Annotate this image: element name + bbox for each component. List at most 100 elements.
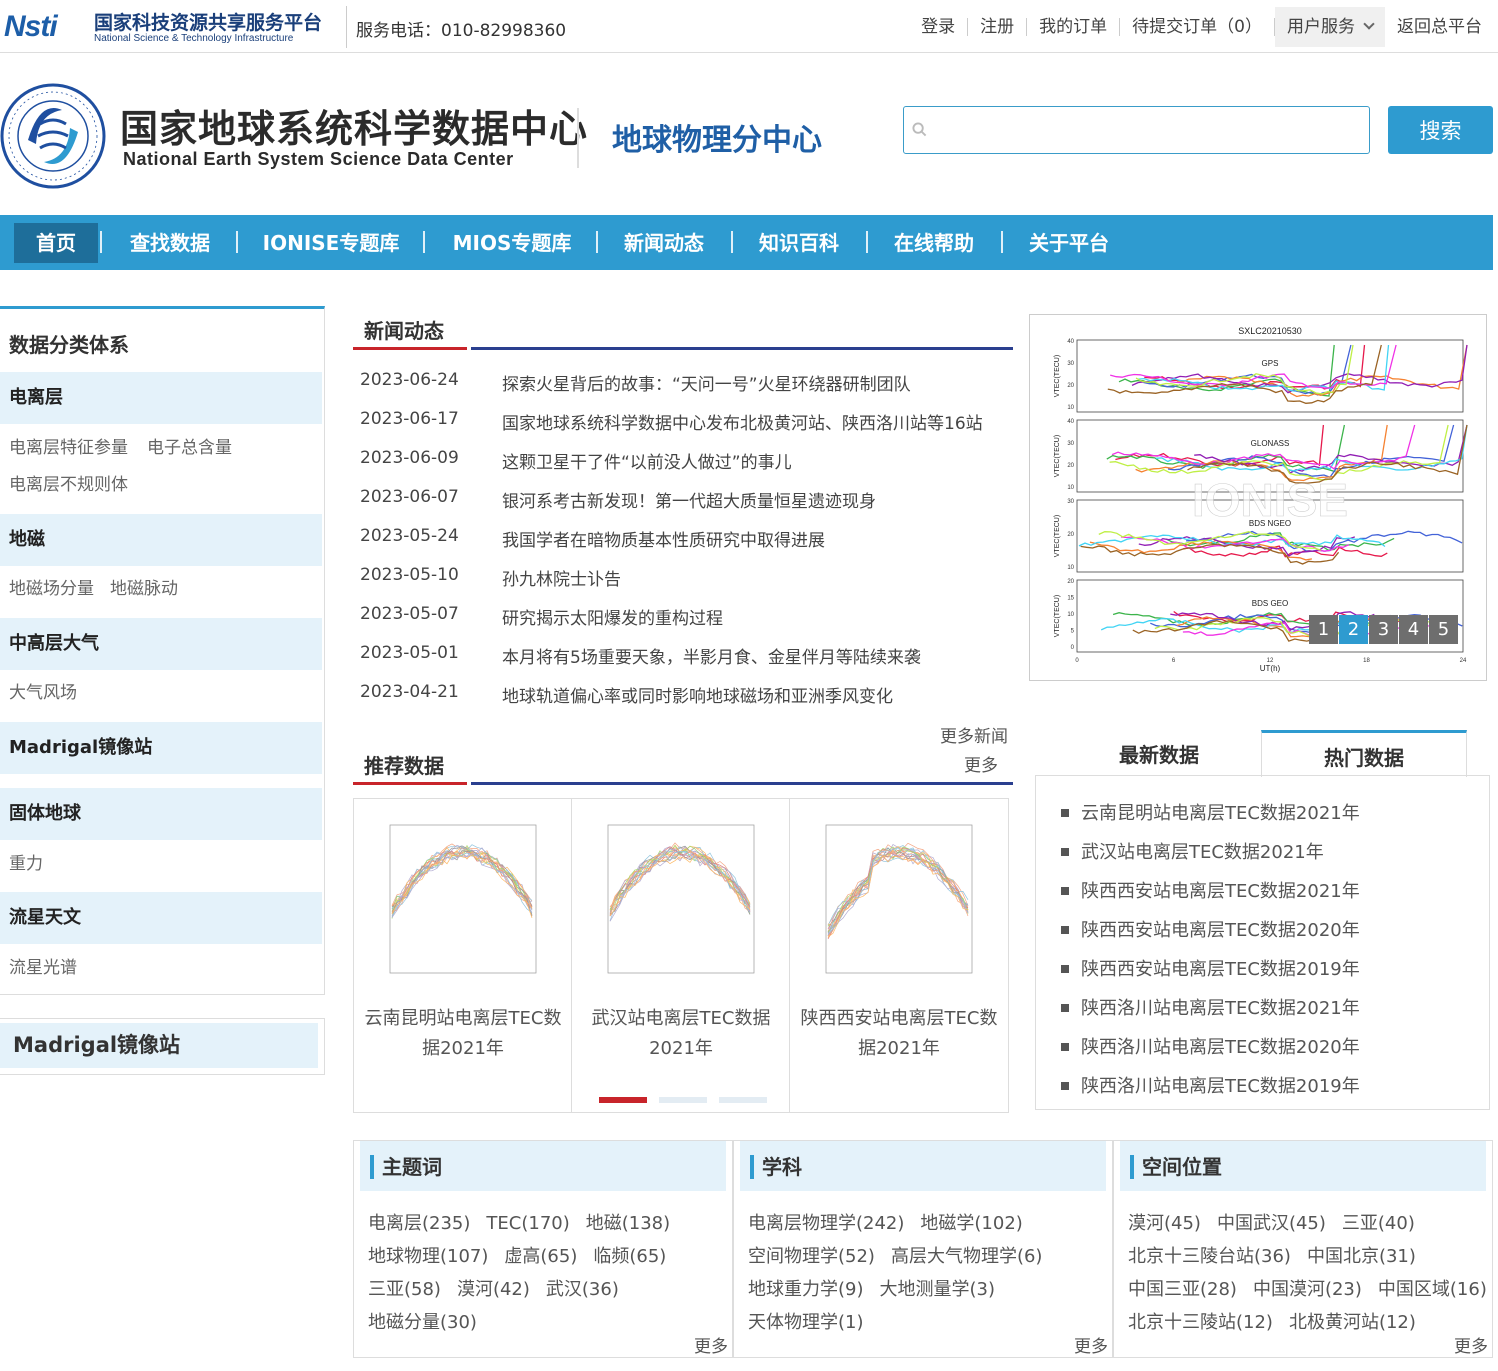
nav-help[interactable]: 在线帮助 xyxy=(878,223,990,263)
tag-more-link[interactable]: 更多 xyxy=(1454,1332,1488,1357)
category-item[interactable]: 重力 xyxy=(9,849,43,874)
tag-link[interactable]: 大地测量学(3) xyxy=(880,1279,996,1300)
search-input[interactable] xyxy=(934,107,1364,153)
tag-link[interactable]: 天体物理学(1) xyxy=(748,1312,864,1333)
hot-data-item[interactable]: 武汉站电离层TEC数据2021年 xyxy=(1061,838,1324,864)
tag-link[interactable]: 空间物理学(52) xyxy=(748,1246,875,1267)
tag-link[interactable]: 临频(65) xyxy=(593,1246,666,1267)
tag-link[interactable]: 高层大气物理学(6) xyxy=(891,1246,1043,1267)
tag-link[interactable]: 武汉(36) xyxy=(546,1279,619,1300)
category-item[interactable]: 电离层不规则体 xyxy=(9,470,128,495)
tag-link[interactable]: 三亚(58) xyxy=(368,1279,441,1300)
slider-page-1[interactable]: 1 xyxy=(1309,615,1338,644)
tag-link[interactable]: 北极黄河站(12) xyxy=(1289,1312,1416,1333)
tag-link[interactable]: 地磁分量(30) xyxy=(368,1312,477,1333)
category-meteor-astronomy[interactable]: 流星天文 xyxy=(0,892,322,944)
nav-find-data[interactable]: 查找数据 xyxy=(112,223,228,263)
pending-orders-link[interactable]: 待提交订单（0） xyxy=(1120,17,1275,36)
tag-link[interactable]: 中国漠河(23) xyxy=(1253,1279,1362,1300)
search-icon xyxy=(912,122,927,137)
tag-link[interactable]: 地球重力学(9) xyxy=(748,1279,864,1300)
bullet-square-icon xyxy=(1061,886,1069,895)
slider-page-3[interactable]: 3 xyxy=(1369,615,1398,644)
news-item[interactable]: 2023-06-24 探索火星背后的故事：“天问一号”火星环绕器研制团队 xyxy=(360,370,1015,409)
recommended-card[interactable]: 武汉站电离层TEC数据2021年 xyxy=(572,799,790,1112)
news-item[interactable]: 2023-04-21 地球轨道偏心率或同时影响地球磁场和亚洲季风变化 xyxy=(360,682,1015,721)
site-header: 国家地球系统科学数据中心 National Earth System Scien… xyxy=(0,53,1498,215)
register-link[interactable]: 注册 xyxy=(968,17,1028,36)
category-item[interactable]: 大气风场 xyxy=(9,678,77,703)
madrigal-link[interactable]: Madrigal镜像站 xyxy=(0,1023,318,1068)
tag-link[interactable]: 电离层(235) xyxy=(368,1213,470,1234)
chart-ylabel: VTEC(TECU) xyxy=(1054,515,1061,557)
nav-mios[interactable]: MIOS专题库 xyxy=(436,223,588,263)
user-service-dropdown[interactable]: 用户服务 xyxy=(1275,6,1385,47)
search-button[interactable]: 搜索 xyxy=(1388,106,1493,154)
my-orders-link[interactable]: 我的订单 xyxy=(1027,17,1121,36)
back-to-platform-link[interactable]: 返回总平台 xyxy=(1385,18,1482,36)
tag-link[interactable]: 漠河(45) xyxy=(1128,1213,1201,1234)
category-ionosphere[interactable]: 电离层 xyxy=(0,372,322,424)
tag-link[interactable]: 中国区域(16) xyxy=(1378,1279,1487,1300)
hot-data-item[interactable]: 陕西洛川站电离层TEC数据2019年 xyxy=(1061,1072,1360,1098)
news-item[interactable]: 2023-05-01 本月将有5场重要天象，半影月食、金星伴月等陆续来袭 xyxy=(360,643,1015,682)
news-item[interactable]: 2023-05-07 研究揭示太阳爆发的重构过程 xyxy=(360,604,1015,643)
hot-data-item[interactable]: 陕西西安站电离层TEC数据2021年 xyxy=(1061,877,1360,903)
slider-page-5[interactable]: 5 xyxy=(1429,615,1458,644)
category-item[interactable]: 电离层特征参量 xyxy=(9,433,128,458)
slider-page-2[interactable]: 2 xyxy=(1339,615,1368,644)
tab-latest-data[interactable]: 最新数据 xyxy=(1055,730,1263,776)
tag-link[interactable]: 中国武汉(45) xyxy=(1217,1213,1326,1234)
nav-ionise[interactable]: IONISE专题库 xyxy=(248,223,414,263)
login-link[interactable]: 登录 xyxy=(909,17,969,36)
chart-y-tick: 10 xyxy=(1067,485,1074,491)
tab-hot-data[interactable]: 热门数据 xyxy=(1261,730,1467,777)
tag-link[interactable]: 中国北京(31) xyxy=(1307,1246,1416,1267)
slider-page-4[interactable]: 4 xyxy=(1399,615,1428,644)
category-item[interactable]: 流星光谱 xyxy=(9,953,77,978)
tag-link[interactable]: 三亚(40) xyxy=(1342,1213,1415,1234)
category-item[interactable]: 地磁脉动 xyxy=(110,574,178,599)
hot-data-item[interactable]: 陕西洛川站电离层TEC数据2020年 xyxy=(1061,1033,1360,1059)
tag-link[interactable]: 地球物理(107) xyxy=(368,1246,488,1267)
tag-more-link[interactable]: 更多 xyxy=(1074,1332,1108,1357)
category-item[interactable]: 电子总含量 xyxy=(147,433,232,458)
tag-link[interactable]: TEC(170) xyxy=(486,1213,569,1234)
carousel-dot-active[interactable] xyxy=(599,1097,647,1103)
carousel-dot[interactable] xyxy=(659,1097,707,1103)
news-item[interactable]: 2023-06-17 国家地球系统科学数据中心发布北极黄河站、陕西洛川站等16站 xyxy=(360,409,1015,448)
news-item[interactable]: 2023-05-10 孙九林院士讣告 xyxy=(360,565,1015,604)
category-item[interactable]: 地磁场分量 xyxy=(9,574,94,599)
tag-link[interactable]: 中国三亚(28) xyxy=(1128,1279,1237,1300)
more-recommended-link[interactable]: 更多 xyxy=(964,751,998,776)
nav-about[interactable]: 关于平台 xyxy=(1013,223,1125,263)
recommended-card[interactable]: 云南昆明站电离层TEC数据2021年 xyxy=(354,799,572,1112)
category-solid-earth[interactable]: 固体地球 xyxy=(0,788,322,840)
news-item[interactable]: 2023-06-09 这颗卫星干了件“以前没人做过”的事儿 xyxy=(360,448,1015,487)
recommended-card[interactable]: 陕西西安站电离层TEC数据2021年 xyxy=(790,799,1008,1112)
tag-link[interactable]: 北京十三陵台站(36) xyxy=(1128,1246,1291,1267)
more-news-link[interactable]: 更多新闻 xyxy=(940,722,1008,747)
category-middle-upper-atmosphere[interactable]: 中高层大气 xyxy=(0,618,322,670)
category-geomagnetism[interactable]: 地磁 xyxy=(0,514,322,566)
tag-link[interactable]: 北京十三陵站(12) xyxy=(1128,1312,1273,1333)
tag-more-link[interactable]: 更多 xyxy=(694,1332,728,1357)
tag-link[interactable]: 虚高(65) xyxy=(504,1246,577,1267)
nav-home[interactable]: 首页 xyxy=(14,223,98,263)
news-item[interactable]: 2023-05-24 我国学者在暗物质基本性质研究中取得进展 xyxy=(360,526,1015,565)
news-item[interactable]: 2023-06-07 银河系考古新发现！第一代超大质量恒星遗迹现身 xyxy=(360,487,1015,526)
data-center-seal-icon[interactable] xyxy=(0,80,106,192)
tag-link[interactable]: 电离层物理学(242) xyxy=(748,1213,904,1234)
hot-data-item[interactable]: 陕西洛川站电离层TEC数据2021年 xyxy=(1061,994,1360,1020)
nav-news[interactable]: 新闻动态 xyxy=(608,223,720,263)
hot-data-item[interactable]: 陕西西安站电离层TEC数据2020年 xyxy=(1061,916,1360,942)
nav-knowledge[interactable]: 知识百科 xyxy=(743,223,855,263)
nsti-logo[interactable]: Nsti 国家科技资源共享服务平台 National Science & Tec… xyxy=(4,4,342,46)
tag-link[interactable]: 漠河(42) xyxy=(457,1279,530,1300)
hot-data-item[interactable]: 陕西西安站电离层TEC数据2019年 xyxy=(1061,955,1360,981)
tag-link[interactable]: 地磁(138) xyxy=(586,1213,670,1234)
hot-data-item[interactable]: 云南昆明站电离层TEC数据2021年 xyxy=(1061,799,1360,825)
category-madrigal[interactable]: Madrigal镜像站 xyxy=(0,722,322,774)
carousel-dot[interactable] xyxy=(719,1097,767,1103)
tag-link[interactable]: 地磁学(102) xyxy=(920,1213,1022,1234)
